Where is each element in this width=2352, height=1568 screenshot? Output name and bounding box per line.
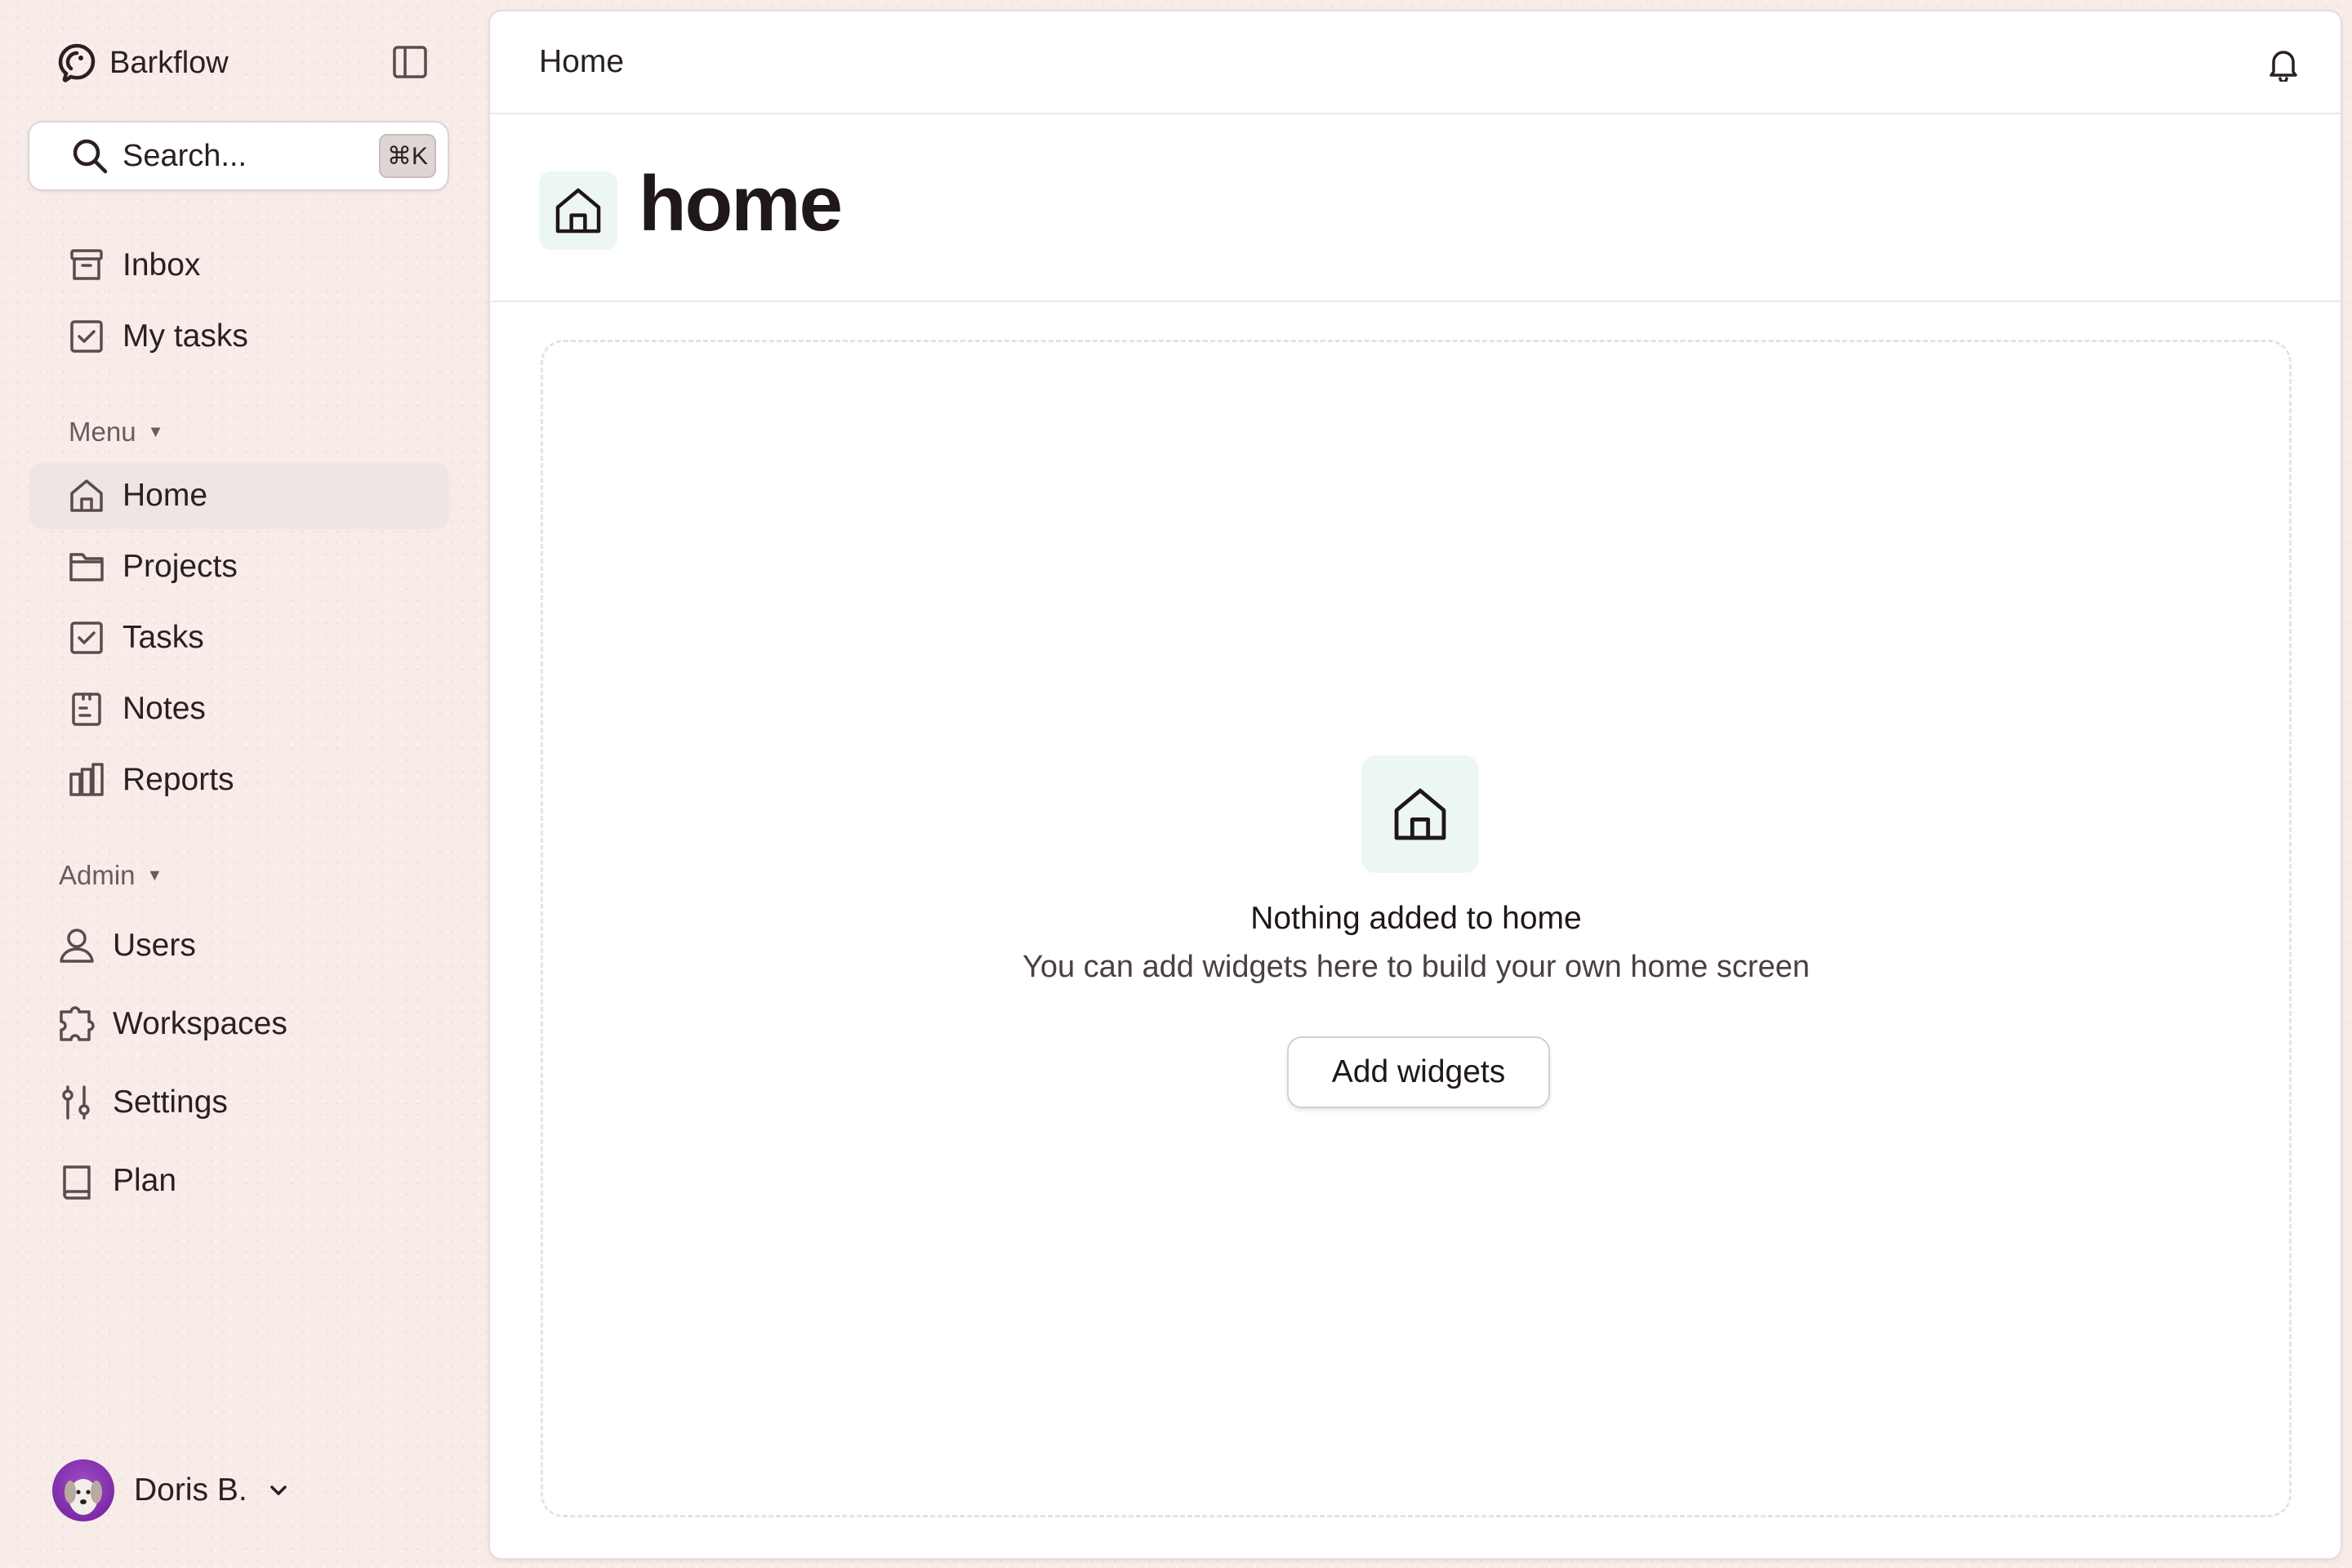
sidebar-item-label: Notes <box>122 691 206 726</box>
checkbox-icon <box>64 314 109 359</box>
sidebar-item-label: Tasks <box>122 620 204 655</box>
admin-section-toggle[interactable]: Admin ▼ <box>59 860 163 891</box>
chevron-down-icon <box>262 1474 295 1507</box>
breadcrumb[interactable]: Home <box>539 44 624 80</box>
sidebar-item-label: Workspaces <box>113 1006 287 1041</box>
puzzle-icon <box>54 1001 100 1047</box>
search-box[interactable]: Search... ⌘K <box>28 121 449 191</box>
toggle-sidebar-button[interactable] <box>389 42 431 85</box>
empty-state-title: Nothing added to home <box>1250 901 1582 936</box>
reports-icon <box>64 757 109 803</box>
sidebar-item-inbox[interactable]: Inbox <box>29 232 449 299</box>
page-header: home <box>490 114 2341 302</box>
sidebar: Barkflow Search... ⌘K Inbox My tasks Men… <box>0 0 488 1568</box>
home-icon <box>64 473 109 519</box>
sliders-icon <box>54 1080 100 1125</box>
sidebar-item-label: Plan <box>113 1163 177 1198</box>
caret-down-icon: ▼ <box>146 866 163 884</box>
sidebar-item-label: Reports <box>122 762 234 797</box>
sidebar-item-settings[interactable]: Settings <box>29 1069 449 1136</box>
section-label: Admin <box>59 860 136 890</box>
inbox-icon <box>64 243 109 288</box>
barkflow-logo-icon <box>54 40 100 86</box>
page-title: home <box>639 160 843 247</box>
section-label: Menu <box>69 416 136 447</box>
sidebar-item-home[interactable]: Home <box>29 462 449 529</box>
sidebar-item-plan[interactable]: Plan <box>29 1147 449 1214</box>
book-icon <box>54 1158 100 1204</box>
sidebar-item-users[interactable]: Users <box>29 912 449 979</box>
avatar <box>52 1459 114 1521</box>
notes-icon <box>64 686 109 732</box>
folder-icon <box>64 544 109 590</box>
search-icon <box>69 135 111 177</box>
main-panel: Home home Nothing added to home You can … <box>488 10 2342 1560</box>
sidebar-item-label: Settings <box>113 1085 228 1120</box>
sidebar-item-label: Users <box>113 928 196 963</box>
user-name: Doris B. <box>134 1472 247 1508</box>
top-bar: Home <box>490 11 2341 114</box>
checkbox-icon <box>64 615 109 661</box>
sidebar-item-label: Inbox <box>122 247 201 283</box>
sidebar-item-label: My tasks <box>122 318 248 354</box>
sidebar-item-label: Home <box>122 478 208 513</box>
sidebar-item-reports[interactable]: Reports <box>29 746 449 813</box>
menu-section-toggle[interactable]: Menu ▼ <box>69 416 163 448</box>
add-widgets-button[interactable]: Add widgets <box>1287 1036 1550 1108</box>
empty-state-subtitle: You can add widgets here to build your o… <box>1022 950 1810 984</box>
home-icon <box>1361 755 1479 873</box>
sidebar-item-workspaces[interactable]: Workspaces <box>29 991 449 1058</box>
search-input[interactable]: Search... <box>122 139 379 174</box>
sidebar-panel-icon <box>392 44 428 84</box>
notifications-bell-icon[interactable] <box>2259 39 2308 88</box>
caret-down-icon: ▼ <box>147 422 164 441</box>
brand[interactable]: Barkflow <box>54 38 229 88</box>
sidebar-item-my-tasks[interactable]: My tasks <box>29 303 449 370</box>
home-icon <box>539 172 617 250</box>
sidebar-item-projects[interactable]: Projects <box>29 533 449 600</box>
sidebar-item-notes[interactable]: Notes <box>29 675 449 742</box>
widget-dropzone: Nothing added to home You can add widget… <box>541 340 2292 1517</box>
user-icon <box>54 923 100 969</box>
sidebar-item-tasks[interactable]: Tasks <box>29 604 449 671</box>
user-menu[interactable]: Doris B. <box>52 1455 295 1526</box>
sidebar-item-label: Projects <box>122 549 238 584</box>
app-name: Barkflow <box>109 45 229 80</box>
search-shortcut-badge: ⌘K <box>379 134 436 178</box>
